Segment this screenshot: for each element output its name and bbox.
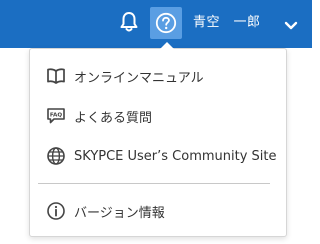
question-circle-icon bbox=[155, 12, 177, 34]
help-dropdown-menu: オンラインマニュアル FAQ よくある質問 SKYPCE User’s Comm… bbox=[29, 48, 287, 237]
faq-bubble-icon: FAQ bbox=[46, 106, 66, 126]
bell-icon[interactable] bbox=[117, 9, 141, 35]
menu-item-label: よくある質問 bbox=[74, 110, 153, 126]
info-circle-icon bbox=[46, 201, 66, 221]
top-bar: 青空 一郎 bbox=[0, 0, 312, 48]
menu-item-label: バージョン情報 bbox=[74, 205, 165, 221]
menu-item-community-site[interactable]: SKYPCE User’s Community Site bbox=[30, 138, 286, 174]
user-name[interactable]: 青空 一郎 bbox=[193, 14, 261, 32]
dropdown-caret bbox=[159, 42, 175, 50]
book-open-icon bbox=[46, 66, 66, 86]
menu-item-faq[interactable]: FAQ よくある質問 bbox=[30, 98, 286, 134]
svg-text:FAQ: FAQ bbox=[50, 113, 63, 119]
menu-item-online-manual[interactable]: オンラインマニュアル bbox=[30, 58, 286, 94]
menu-divider bbox=[38, 183, 270, 184]
chevron-down-icon[interactable] bbox=[284, 17, 298, 30]
menu-item-label: オンラインマニュアル bbox=[74, 70, 204, 86]
globe-icon bbox=[46, 146, 66, 166]
help-button[interactable] bbox=[150, 7, 182, 39]
menu-item-label: SKYPCE User’s Community Site bbox=[74, 148, 277, 164]
menu-item-version-info[interactable]: バージョン情報 bbox=[30, 193, 286, 229]
